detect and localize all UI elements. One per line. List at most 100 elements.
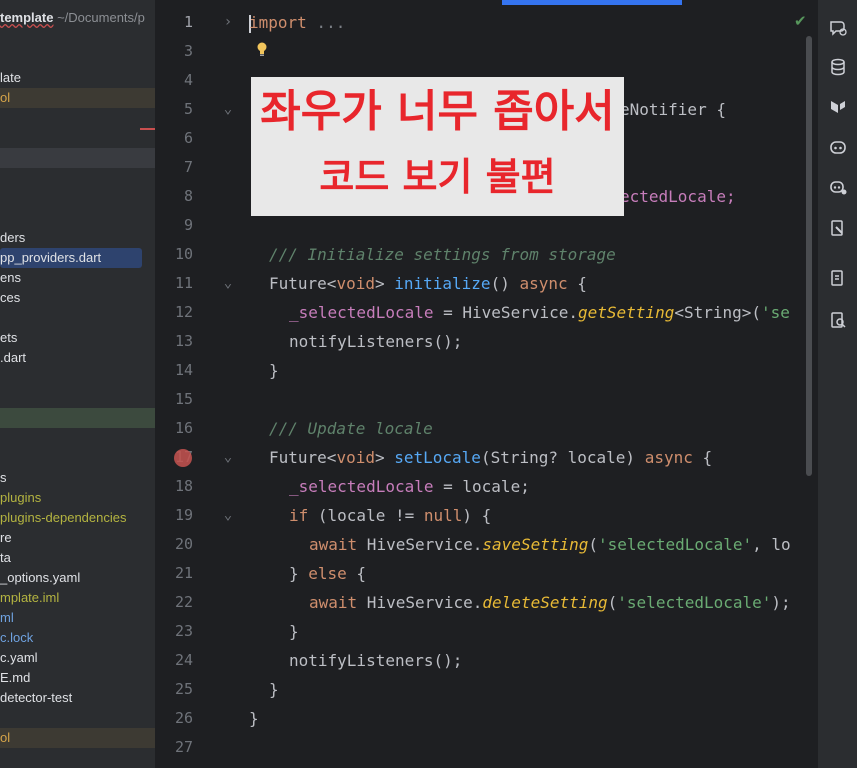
project-tree-item[interactable]: late [0,68,21,88]
caption-line-1: 좌우가 너무 좁아서 [260,86,615,137]
code-line-11: Future<void> initialize() async { [269,269,587,298]
collapsed-imports[interactable]: ... [307,13,345,32]
ai-chat-icon[interactable] [828,17,848,37]
breakpoint-icon[interactable] [174,449,192,467]
lightbulb-icon[interactable] [257,42,267,56]
active-tab-indicator [502,0,682,5]
selected-band [0,88,155,108]
line-number: 1 [183,13,193,31]
fold-toggle-icon[interactable]: › [221,8,235,37]
fold-toggle-icon[interactable]: ⌄ [221,95,235,124]
copilot-icon[interactable] [828,137,848,157]
line-number: 20 [174,535,193,553]
project-tree-item[interactable]: ol [0,728,10,748]
code-fragment: eNotifier { [620,100,726,119]
keyword: async [644,448,693,467]
project-tree-item[interactable]: _options.yaml [0,568,80,588]
editor-gutter: 1345678910111213141516171819202122232425… [155,0,245,768]
punct: > [374,448,395,467]
performance-icon[interactable] [828,310,848,330]
line-number: 21 [174,564,193,582]
line-number: 24 [174,651,193,669]
line-number: 23 [174,622,193,640]
method-call: getSetting [578,303,675,322]
type: Future [269,274,327,293]
project-tree-item[interactable]: .dart [0,348,26,368]
code-line-19: if (locale != null) { [289,501,491,530]
highlight-band [0,728,155,748]
method-call: saveSetting [482,535,589,554]
project-tree-item[interactable]: ml [0,608,14,628]
right-tool-window-bar [817,0,857,768]
project-tree-item[interactable]: detector-test [0,688,72,708]
punct: } [289,564,309,583]
project-tree-item[interactable]: mplate.iml [0,588,59,608]
error-marker [140,128,155,130]
inspection-ok-icon[interactable]: ✔ [794,12,807,30]
code-line-10: /// Initialize settings from storage [269,245,616,264]
vertical-scrollbar[interactable] [806,36,812,476]
keyword: null [423,506,463,525]
punct: () [490,274,520,293]
project-tree-item[interactable]: ders [0,228,25,248]
fold-toggle-icon[interactable]: ⌄ [221,501,235,530]
code-line-20: await HiveService.saveSetting('selectedL… [309,530,791,559]
code-fragment: HiveService. [357,535,483,554]
code-line-16: /// Update locale [269,419,433,438]
annotation-caption: 좌우가 너무 좁아서 코드 보기 불편 [251,77,624,216]
code-line-23: } [289,622,299,641]
project-tree-item[interactable]: ens [0,268,21,288]
project-tree-item[interactable]: ets [0,328,17,348]
project-tree-item[interactable]: plugins [0,488,41,508]
project-tree-item[interactable]: c.lock [0,628,33,648]
punct: ); [771,593,791,612]
code-line-25: } [269,680,279,699]
project-tree-item[interactable]: pp_providers.dart [0,248,101,268]
line-number: 18 [174,477,193,495]
code-line-12: _selectedLocale = HiveService.getSetting… [289,298,790,327]
project-tree-item[interactable]: E.md [0,668,30,688]
project-root-item[interactable]: template ~/Documents/p [0,8,145,28]
project-tree-item[interactable]: ol [0,88,10,108]
punct: ( [607,593,618,612]
code-fragment: = HiveService. [433,303,578,322]
project-tree-item[interactable]: plugins-dependencies [0,508,126,528]
line-number: 22 [174,593,193,611]
code-line-8: ectedLocale; [620,182,736,211]
line-number: 5 [183,100,193,118]
code-fragment: ectedLocale; [620,187,736,206]
database-icon[interactable] [828,57,848,77]
keyword: async [519,274,568,293]
keyword: void [336,274,375,293]
code-line-14: } [269,361,279,380]
keyword: else [308,564,347,583]
line-number: 7 [183,158,193,176]
project-tree-item[interactable]: re [0,528,12,548]
project-tree-item[interactable]: ces [0,288,20,308]
line-number: 8 [183,187,193,205]
code-fragment: <String>( [674,303,762,322]
line-number: 6 [183,129,193,147]
string: 'selectedLocale' [598,535,753,554]
keyword: if [289,506,309,525]
highlight-band [0,408,155,428]
type: Future [269,448,327,467]
project-tree-item[interactable]: ta [0,548,11,568]
project-tree-item[interactable]: c.yaml [0,648,38,668]
project-tree-item[interactable]: s [0,468,7,488]
line-number: 13 [174,332,193,350]
fold-toggle-icon[interactable]: ⌄ [221,269,235,298]
line-number: 19 [174,506,193,524]
flutter-inspector-icon[interactable] [828,218,848,238]
device-manager-icon[interactable] [828,268,848,288]
copilot-chat-icon[interactable] [828,177,848,197]
highlight-band [0,148,155,168]
keyword: void [336,448,375,467]
fold-toggle-icon[interactable]: ⌄ [221,443,235,472]
punct: < [326,274,337,293]
project-tree-panel: template ~/Documents/p late ol ders pp_prov… [0,0,155,768]
code-line-13: notifyListeners(); [289,327,462,356]
plugin-icon[interactable] [828,97,848,117]
line-number: 3 [183,42,193,60]
punct: { [692,448,713,467]
